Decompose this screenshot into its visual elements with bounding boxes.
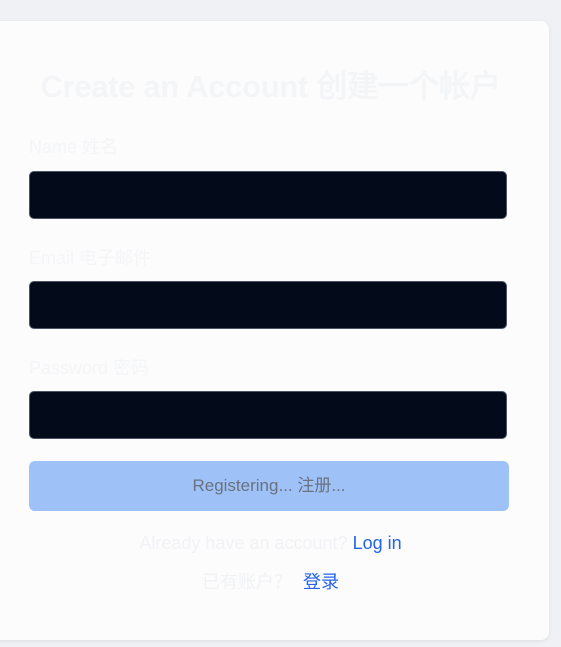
password-field[interactable] [29,391,507,439]
email-field[interactable] [29,281,507,329]
register-button[interactable]: Registering... 注册... [29,461,509,511]
page-title: Create an Account 创建一个帐户 [40,69,501,104]
login-prompt-en: Already have an account? Log in [0,533,549,554]
name-label: Name 姓名 [29,137,119,157]
email-label: Email 电子邮件 [29,248,152,268]
register-card: Create an Account 创建一个帐户 Name 姓名 Email 电… [0,21,549,640]
login-link-zh[interactable]: 登录 [303,572,339,592]
login-prompt-text-zh: 已有账户？ [201,572,292,592]
password-label: Password 密码 [29,358,150,378]
login-prompt-text-en: Already have an account? [139,533,348,553]
login-link-en[interactable]: Log in [353,533,402,553]
login-prompt-zh: 已有账户？ 登录 [0,568,549,594]
name-field[interactable] [29,171,507,219]
